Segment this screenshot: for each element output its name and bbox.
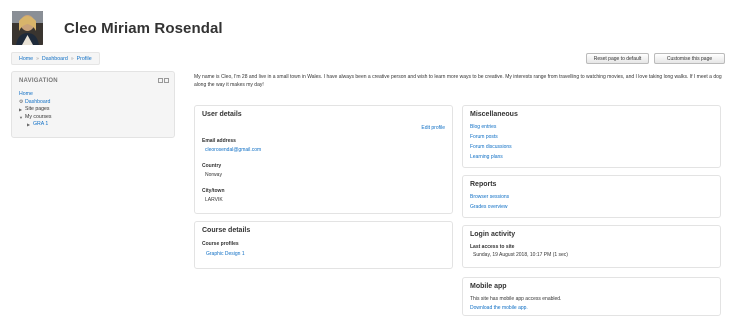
- breadcrumb-separator: »: [70, 55, 74, 62]
- breadcrumb: Home » Dashboard » Profile: [11, 52, 100, 65]
- nav-item-course[interactable]: ▶ GRA 1: [19, 121, 52, 129]
- card-title: Login activity: [470, 231, 516, 238]
- card-title: Mobile app: [470, 283, 507, 290]
- course-details-card: Course details Course profiles Graphic D…: [194, 221, 453, 269]
- card-title: User details: [202, 111, 242, 118]
- reports-card: Reports Browser sessions Grades overview: [462, 175, 721, 218]
- nav-item-label[interactable]: Site pages: [25, 106, 50, 114]
- course-link[interactable]: Graphic Design 1: [206, 251, 245, 257]
- mobile-app-card: Mobile app This site has mobile app acce…: [462, 277, 721, 316]
- block-controls: [158, 78, 169, 83]
- nav-item-dashboard[interactable]: ⚙ Dashboard: [19, 99, 52, 107]
- learning-plans-link[interactable]: Learning plans: [470, 154, 503, 160]
- nav-item-label[interactable]: My courses: [25, 114, 52, 122]
- page-title: Cleo Miriam Rosendal: [64, 19, 223, 37]
- nav-item-site-pages[interactable]: ▶ Site pages: [19, 106, 52, 114]
- dock-icon[interactable]: [158, 78, 163, 83]
- nav-item-home[interactable]: Home: [19, 91, 52, 99]
- login-activity-card: Login activity Last access to site Sunda…: [462, 225, 721, 268]
- last-access-label: Last access to site: [470, 244, 515, 250]
- forum-posts-link[interactable]: Forum posts: [470, 134, 498, 140]
- breadcrumb-dashboard[interactable]: Dashboard: [42, 56, 68, 62]
- breadcrumb-separator: »: [36, 55, 39, 62]
- page-navbar: Home » Dashboard » Profile Reset page to…: [11, 52, 725, 66]
- city-label: City/town: [202, 188, 225, 194]
- card-title: Reports: [470, 181, 497, 188]
- forum-discussions-link[interactable]: Forum discussions: [470, 144, 512, 150]
- city-value: LARVIK: [205, 197, 223, 203]
- breadcrumb-profile[interactable]: Profile: [77, 56, 92, 62]
- card-title: Course details: [202, 227, 251, 234]
- country-label: Country: [202, 163, 222, 169]
- customise-page-button[interactable]: Customise this page: [654, 53, 725, 64]
- nav-item-my-courses[interactable]: ▼ My courses: [19, 114, 52, 122]
- avatar-photo: [12, 11, 43, 45]
- reset-page-button[interactable]: Reset page to default: [586, 53, 649, 64]
- profile-header: Cleo Miriam Rosendal: [12, 8, 223, 48]
- blog-entries-link[interactable]: Blog entries: [470, 124, 496, 130]
- profile-description: My name is Cleo, I'm 28 and live in a sm…: [194, 74, 722, 88]
- collapse-icon[interactable]: [164, 78, 169, 83]
- breadcrumb-home[interactable]: Home: [19, 56, 33, 62]
- download-app-link[interactable]: Download the mobile app.: [470, 305, 528, 311]
- navigation-title: NAVIGATION: [19, 78, 58, 84]
- nav-item-label[interactable]: Dashboard: [25, 99, 50, 107]
- course-profiles-label: Course profiles: [202, 241, 239, 247]
- avatar[interactable]: [12, 11, 43, 45]
- mobile-app-text: This site has mobile app access enabled.: [470, 296, 562, 302]
- navigation-tree: Home ⚙ Dashboard ▶ Site pages ▼ My cours…: [19, 91, 52, 129]
- navigation-block: NAVIGATION Home ⚙ Dashboard ▶ Site pages…: [11, 71, 175, 138]
- edit-profile-link[interactable]: Edit profile: [421, 125, 445, 131]
- email-value[interactable]: cleorosendal@gmail.com: [205, 147, 261, 153]
- user-details-card: User details Edit profile Email address …: [194, 105, 453, 214]
- email-label: Email address: [202, 138, 236, 144]
- last-access-value: Sunday, 19 August 2018, 10:17 PM (1 sec): [473, 252, 568, 258]
- grades-overview-link[interactable]: Grades overview: [470, 204, 508, 210]
- nav-item-label[interactable]: GRA 1: [33, 121, 48, 129]
- country-value: Norway: [205, 172, 222, 178]
- browser-sessions-link[interactable]: Browser sessions: [470, 194, 509, 200]
- nav-item-label[interactable]: Home: [19, 91, 33, 99]
- miscellaneous-card: Miscellaneous Blog entries Forum posts F…: [462, 105, 721, 168]
- card-title: Miscellaneous: [470, 111, 518, 118]
